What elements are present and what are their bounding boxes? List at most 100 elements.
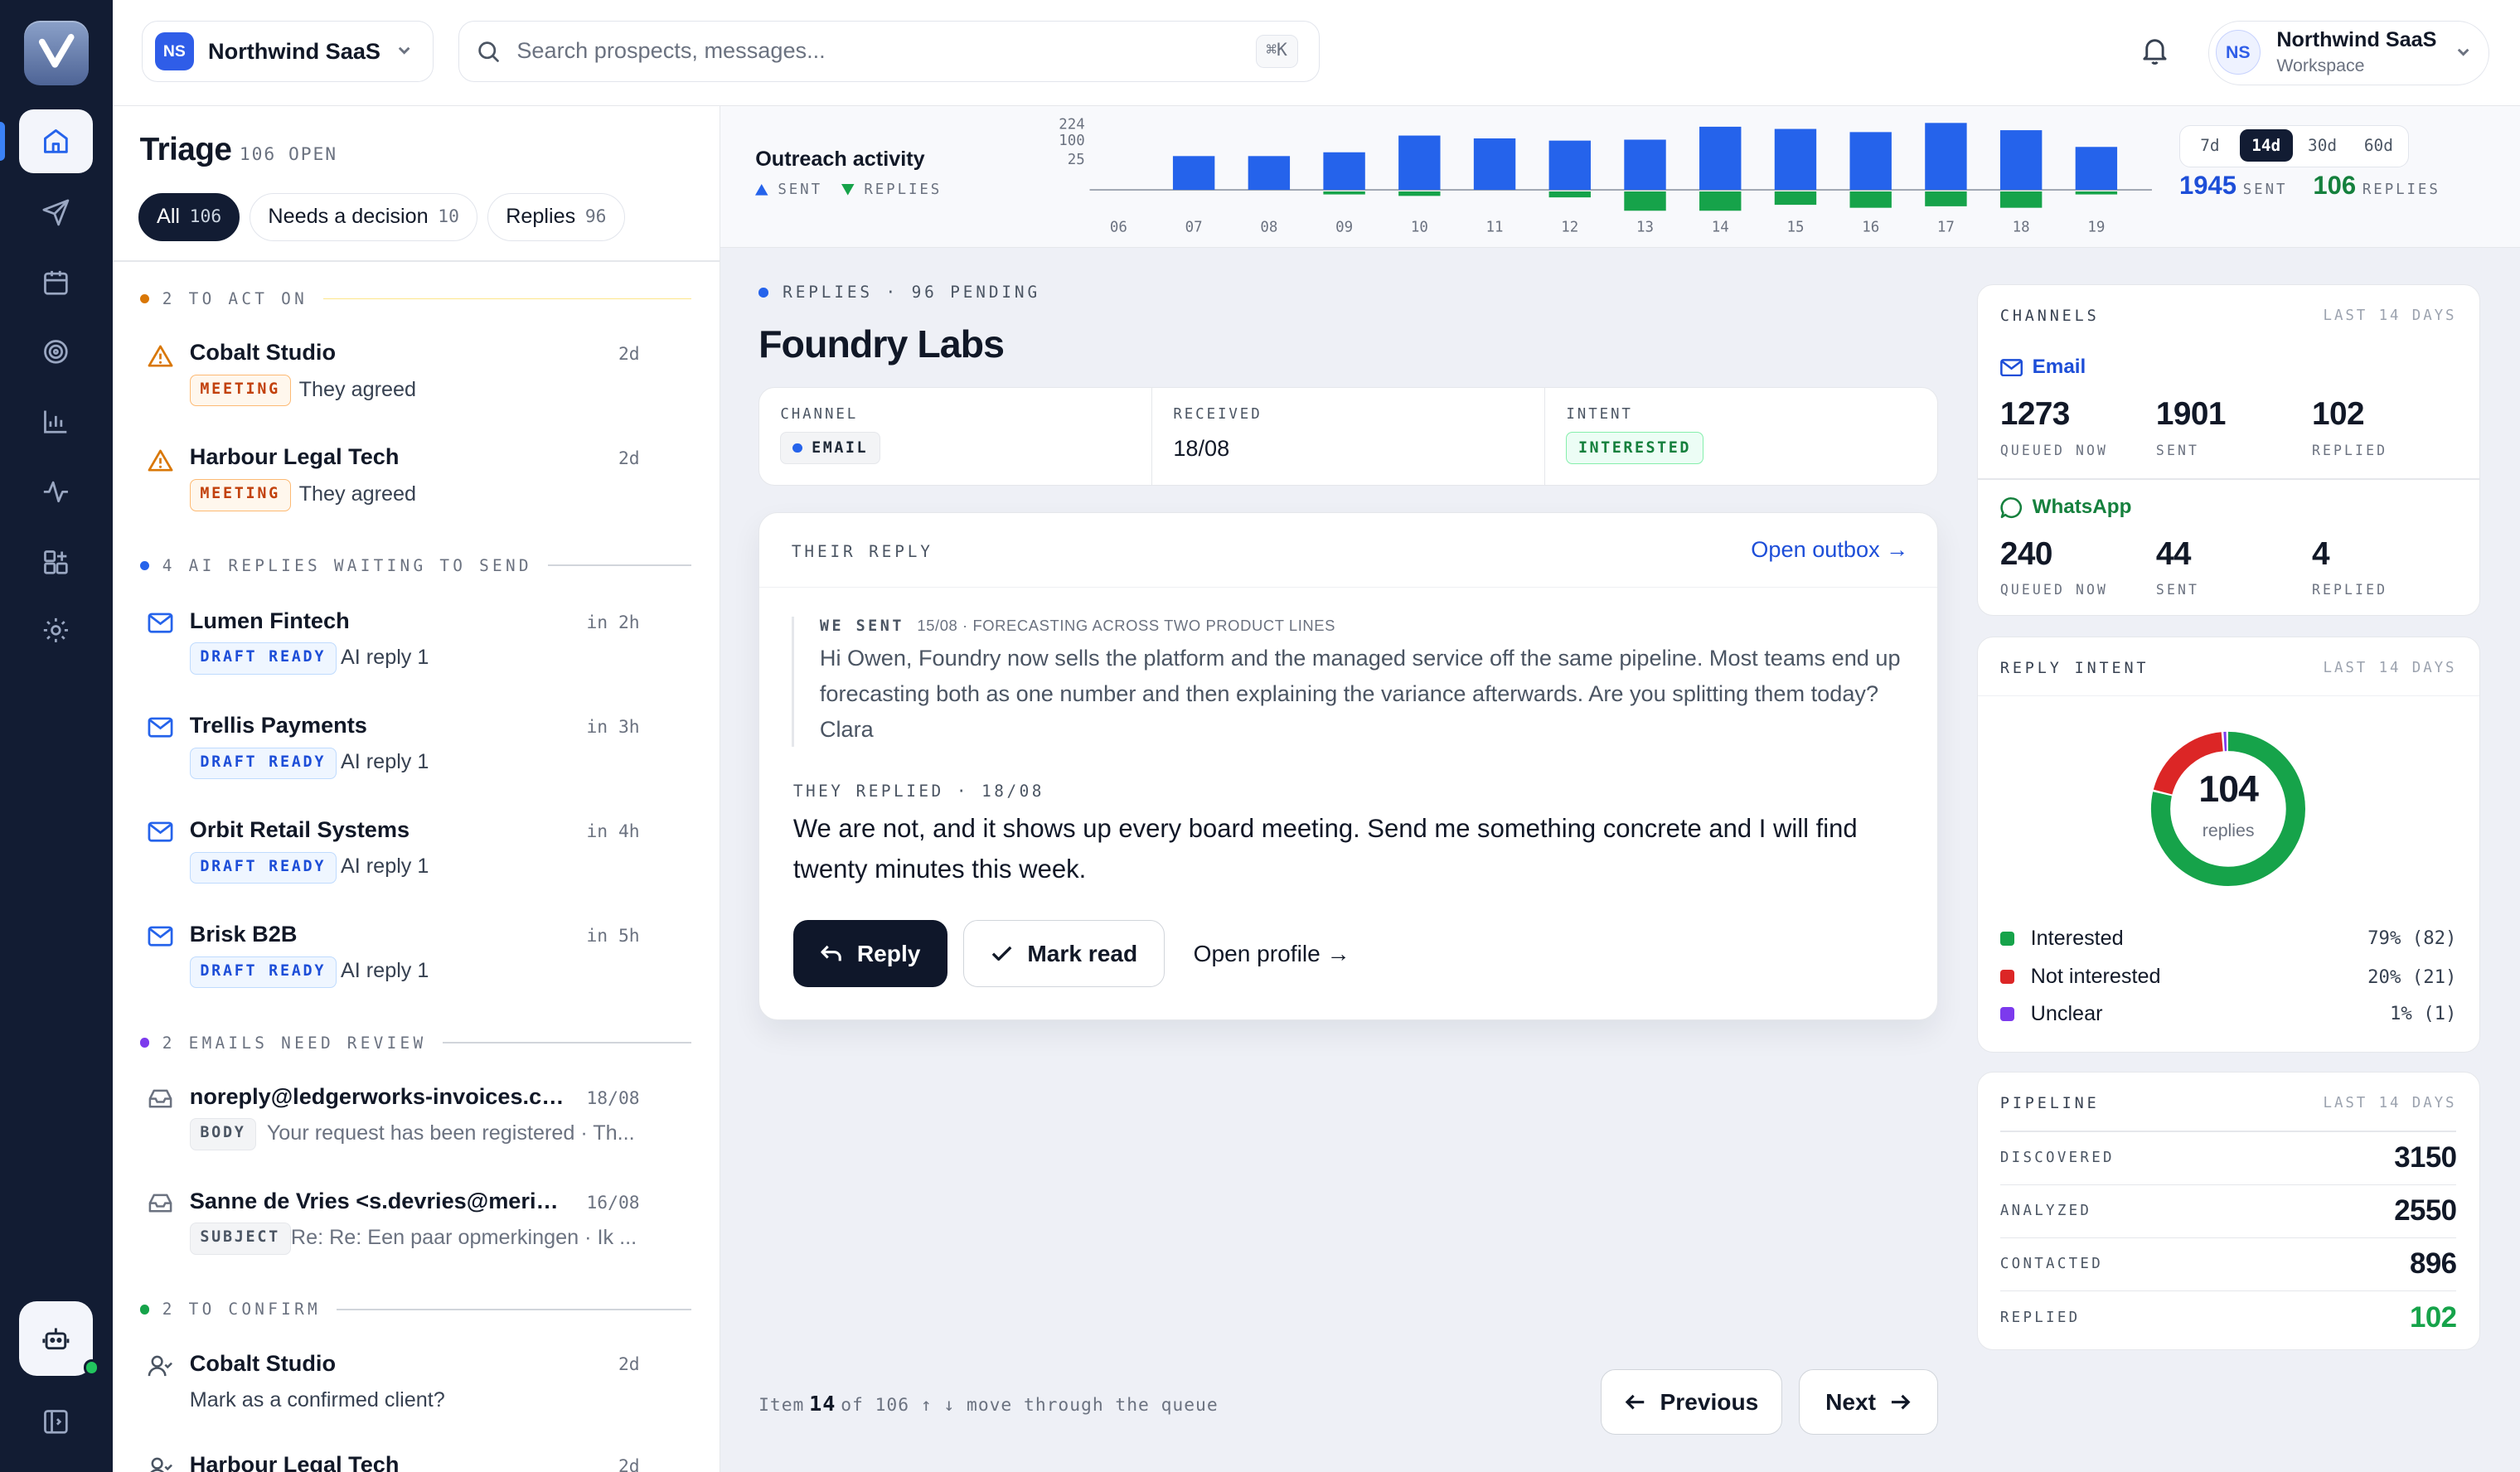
reply-button[interactable]: Reply bbox=[792, 919, 947, 988]
status-badge: DRAFT READY bbox=[189, 851, 337, 884]
search-shortcut: ⌘K bbox=[1255, 34, 1298, 69]
bar-replies bbox=[1999, 191, 2043, 208]
section-to-confirm: 2 TO CONFIRM bbox=[139, 1300, 691, 1319]
pipeline-card: PIPELINE LAST 14 DAYS DISCOVERED 3150 ANA… bbox=[1976, 1072, 2480, 1350]
app-logo[interactable] bbox=[24, 21, 89, 85]
next-button[interactable]: Next bbox=[1798, 1368, 1939, 1436]
section-to-act-on: 2 TO ACT ON bbox=[139, 289, 691, 308]
x-tick-label: 19 bbox=[2087, 219, 2105, 235]
queue-position: Item 14 of 106 ↑ ↓ move through the queue bbox=[758, 1392, 1219, 1416]
x-tick-label: 16 bbox=[1862, 219, 1879, 235]
status-badge: BODY bbox=[189, 1118, 257, 1151]
x-tick-label: 10 bbox=[1411, 219, 1428, 235]
open-count: 106 OPEN bbox=[239, 144, 338, 166]
x-tick-label: 13 bbox=[1636, 219, 1654, 235]
open-outbox-link[interactable]: Open outbox → bbox=[1751, 536, 1908, 563]
x-tick-label: 15 bbox=[1787, 219, 1805, 235]
mark-read-button[interactable]: Mark read bbox=[963, 919, 1165, 988]
nav-calendar[interactable] bbox=[0, 250, 113, 315]
inbox-icon bbox=[148, 1089, 172, 1108]
bar-sent bbox=[1172, 156, 1215, 190]
nav-analytics[interactable] bbox=[0, 389, 113, 453]
online-status-dot bbox=[83, 1359, 100, 1376]
pulse-icon bbox=[44, 481, 69, 502]
grid-plus-icon bbox=[44, 550, 69, 574]
sent-message-body: Hi Owen, Foundry now sells the platform … bbox=[819, 645, 1901, 742]
status-badge: DRAFT READY bbox=[189, 642, 337, 675]
workspace-badge: NS bbox=[155, 31, 194, 71]
search-input[interactable] bbox=[516, 22, 1224, 80]
user-check-icon bbox=[148, 1356, 173, 1377]
range-selector: 7d 14d 30d 60d bbox=[2179, 125, 2410, 167]
x-tick-label: 18 bbox=[2013, 219, 2030, 235]
range-60d[interactable]: 60d bbox=[2352, 129, 2405, 162]
mail-icon bbox=[148, 821, 173, 842]
open-profile-link[interactable]: Open profile → bbox=[1194, 920, 1350, 987]
bar-replies bbox=[1624, 191, 1666, 211]
range-14d[interactable]: 14d bbox=[2239, 129, 2293, 162]
pipeline-discovered: DISCOVERED 3150 bbox=[1999, 1132, 2457, 1185]
filter-replies[interactable]: Replies 96 bbox=[487, 192, 625, 241]
chat-bubble-icon bbox=[2000, 496, 2022, 518]
reply-card: THEIR REPLY Open outbox → WE SENT 15/08 ·… bbox=[758, 512, 1939, 1021]
filter-needs-decision[interactable]: Needs a decision 10 bbox=[250, 192, 478, 241]
reply-arrow-icon bbox=[821, 945, 842, 961]
nav-activity[interactable] bbox=[0, 459, 113, 524]
bar-sent bbox=[1323, 152, 1365, 190]
email-stats: 1273 QUEUED NOW 1901 SENT 102 REPLIED bbox=[1999, 395, 2388, 458]
chevron-down-icon bbox=[398, 47, 410, 56]
bar-sent bbox=[2075, 146, 2118, 190]
status-badge: MEETING bbox=[189, 478, 291, 511]
arrow-right-icon bbox=[1892, 1394, 1911, 1410]
account-menu[interactable]: NS Northwind SaaS Workspace bbox=[2207, 21, 2490, 85]
sent-message: WE SENT 15/08 · FORECASTING ACROSS TWO PR… bbox=[791, 616, 1901, 748]
nav-outreach[interactable] bbox=[0, 180, 113, 245]
bar-replies bbox=[2075, 191, 2118, 195]
nav-home[interactable] bbox=[0, 109, 113, 174]
intent-badge: INTERESTED bbox=[1566, 432, 1703, 464]
warning-icon bbox=[148, 345, 173, 367]
channels-card: CHANNELS LAST 14 DAYS Email 1273 QUEUED N… bbox=[1976, 284, 2480, 616]
arrow-left-icon bbox=[1625, 1394, 1645, 1410]
range-30d[interactable]: 30d bbox=[2296, 129, 2349, 162]
they-replied-label: THEY REPLIED · 18/08 bbox=[792, 782, 1044, 801]
mail-icon bbox=[1999, 358, 2023, 377]
workspace-switcher[interactable]: NS Northwind SaaS bbox=[141, 21, 434, 82]
nav-integrations[interactable] bbox=[0, 530, 113, 595]
y-tick-label: 100 bbox=[1059, 132, 1085, 148]
mail-icon bbox=[148, 613, 173, 633]
search-box[interactable]: ⌘K bbox=[458, 21, 1320, 82]
filter-all[interactable]: All 106 bbox=[138, 192, 240, 241]
ai-assistant-button[interactable] bbox=[19, 1301, 100, 1376]
bell-icon[interactable] bbox=[2140, 34, 2169, 66]
bar-replies bbox=[1849, 191, 1892, 208]
robot-icon bbox=[42, 1328, 70, 1349]
intent-total: 104 bbox=[2198, 768, 2258, 810]
bar-replies bbox=[1548, 191, 1592, 197]
bar-replies bbox=[1398, 191, 1441, 196]
bar-sent bbox=[1624, 139, 1666, 190]
bar-sent bbox=[1548, 140, 1592, 190]
channel-whatsapp: WhatsApp bbox=[2000, 496, 2131, 519]
collapse-sidebar-button[interactable] bbox=[0, 1390, 113, 1455]
triage-filters: All 106 Needs a decision 10 Replies 96 bbox=[138, 192, 625, 241]
channel-email: Email bbox=[1999, 356, 2086, 379]
previous-button[interactable]: Previous bbox=[1601, 1368, 1783, 1436]
nav-rail bbox=[0, 0, 113, 1472]
triangle-down-icon bbox=[841, 184, 855, 196]
x-tick-label: 11 bbox=[1486, 219, 1504, 235]
range-7d[interactable]: 7d bbox=[2183, 129, 2236, 162]
nav-settings[interactable] bbox=[0, 598, 113, 662]
x-tick-label: 12 bbox=[1561, 219, 1578, 235]
outreach-totals: 1945 SENT 106 REPLIES bbox=[2179, 170, 2440, 200]
bar-replies bbox=[1699, 191, 1742, 211]
nav-targets[interactable] bbox=[0, 320, 113, 385]
meta-intent: INTENT INTERESTED bbox=[1545, 388, 1937, 484]
status-badge: DRAFT READY bbox=[189, 747, 337, 780]
reply-body: We are not, and it shows up every board … bbox=[792, 814, 1858, 884]
channel-badge: EMAIL bbox=[780, 432, 880, 464]
y-tick-label: 25 bbox=[1068, 152, 1085, 168]
divider bbox=[1977, 477, 2479, 480]
legend-interested: Interested 79% (82) bbox=[1999, 927, 2456, 951]
workspace-name: Northwind SaaS bbox=[208, 38, 381, 65]
